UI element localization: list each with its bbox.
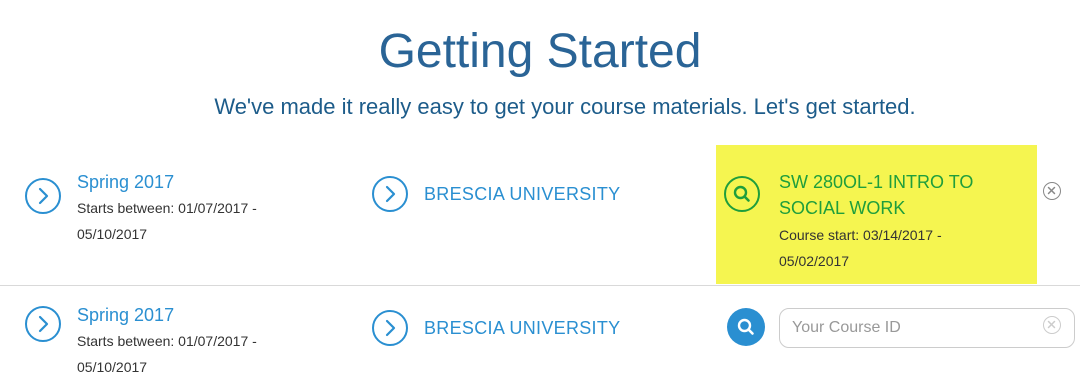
term-name[interactable]: Spring 2017 [77, 304, 174, 326]
chevron-right-circle-icon[interactable] [25, 306, 61, 342]
term-name[interactable]: Spring 2017 [77, 171, 174, 193]
close-circle-icon[interactable] [1043, 316, 1061, 334]
page-title: Getting Started [378, 25, 702, 78]
course-id-input[interactable] [779, 308, 1075, 348]
course-search-row: Spring 2017 Starts between: 01/07/2017 -… [0, 286, 1080, 384]
school-name[interactable]: BRESCIA UNIVERSITY [424, 183, 620, 205]
course-name-line2[interactable]: SOCIAL WORK [779, 195, 1009, 221]
chevron-right-circle-icon[interactable] [25, 178, 61, 214]
term-dates-start: Starts between: 01/07/2017 - [77, 200, 257, 216]
chevron-right-circle-icon[interactable] [372, 176, 408, 212]
chevron-right-circle-icon[interactable] [372, 310, 408, 346]
school-name[interactable]: BRESCIA UNIVERSITY [424, 317, 620, 339]
term-dates-end: 05/10/2017 [77, 359, 148, 375]
search-icon[interactable] [724, 176, 760, 212]
search-icon[interactable] [727, 308, 765, 346]
course-dates-start: Course start: 03/14/2017 - [779, 227, 942, 243]
term-dates-end: 05/10/2017 [77, 226, 148, 242]
course-name-line1[interactable]: SW 280OL-1 INTRO TO [779, 169, 1009, 195]
term-dates-start: Starts between: 01/07/2017 - [77, 333, 257, 349]
page-subtitle: We've made it really easy to get your co… [214, 94, 916, 119]
course-selection-row: Spring 2017 Starts between: 01/07/2017 -… [0, 145, 1080, 285]
course-dates-end: 05/02/2017 [779, 253, 850, 269]
close-circle-icon[interactable] [1043, 182, 1061, 200]
